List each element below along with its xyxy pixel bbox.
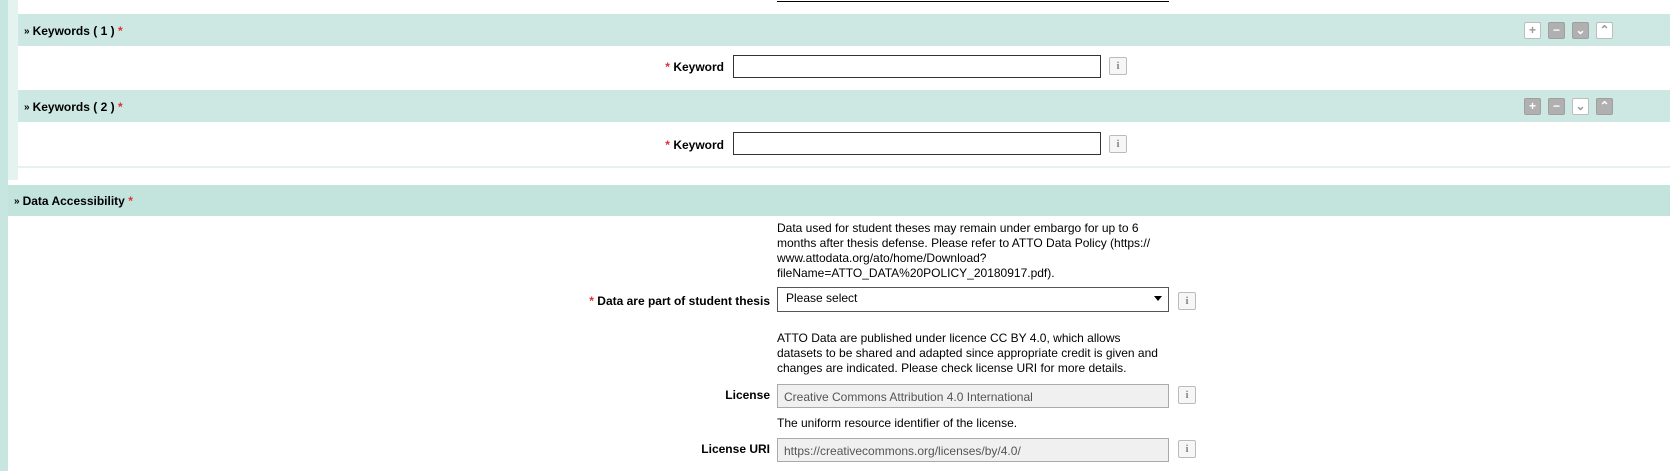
license-label: License	[725, 388, 770, 402]
keywords-2-header[interactable]: » Keywords ( 2 ) * + − ⌄ ⌃	[18, 90, 1670, 122]
add-keyword-button[interactable]: +	[1524, 22, 1541, 39]
keyword-1-info-icon[interactable]: i	[1109, 57, 1127, 75]
keywords-2-title[interactable]: » Keywords ( 2 ) *	[24, 100, 123, 114]
license-uri-label: License URI	[701, 442, 770, 456]
move-up-button[interactable]: ⌃	[1596, 22, 1613, 39]
collapse-chevron-icon: »	[24, 102, 30, 113]
license-help-text: ATTO Data are published under licence CC…	[777, 331, 1158, 375]
license-uri-info-icon[interactable]: i	[1178, 440, 1196, 458]
student-thesis-select[interactable]: Please select	[777, 287, 1169, 312]
dropdown-arrow-icon	[1154, 296, 1162, 301]
collapse-chevron-icon: »	[24, 26, 30, 37]
keyword-2-info-icon[interactable]: i	[1109, 135, 1127, 153]
keyword-1-label: * Keyword	[665, 60, 724, 74]
add-keyword-button[interactable]: +	[1524, 98, 1541, 115]
required-mark: *	[589, 294, 594, 308]
license-info-icon[interactable]: i	[1178, 386, 1196, 404]
keywords-1-header[interactable]: » Keywords ( 1 ) * + − ⌄ ⌃	[18, 14, 1670, 46]
required-mark: *	[128, 194, 133, 208]
move-down-button[interactable]: ⌄	[1572, 98, 1589, 115]
keyword-2-label: * Keyword	[665, 138, 724, 152]
keywords-2-header-buttons: + − ⌄ ⌃	[1524, 98, 1613, 115]
data-accessibility-header[interactable]: » Data Accessibility *	[8, 185, 1670, 216]
section-separator	[18, 166, 1670, 168]
data-accessibility-title[interactable]: » Data Accessibility *	[14, 194, 133, 208]
required-mark: *	[665, 138, 670, 152]
left-rail	[0, 0, 8, 471]
move-up-button[interactable]: ⌃	[1596, 98, 1613, 115]
student-thesis-label: * Data are part of student thesis	[589, 294, 770, 308]
student-thesis-help-text: Data used for student theses may remain …	[777, 221, 1151, 280]
keyword-1-input[interactable]	[733, 55, 1101, 78]
previous-field-remnant	[777, 0, 1169, 2]
required-mark: *	[117, 100, 123, 114]
keyword-2-input[interactable]	[733, 132, 1101, 155]
remove-keyword-button[interactable]: −	[1548, 98, 1565, 115]
license-field[interactable]: Creative Commons Attribution 4.0 Interna…	[777, 384, 1169, 408]
required-mark: *	[117, 24, 123, 38]
collapse-chevron-icon: »	[14, 196, 20, 207]
keywords-1-title[interactable]: » Keywords ( 1 ) *	[24, 24, 123, 38]
required-mark: *	[665, 60, 670, 74]
move-down-button[interactable]: ⌄	[1572, 22, 1589, 39]
inner-rail	[8, 0, 18, 180]
keywords-1-header-buttons: + − ⌄ ⌃	[1524, 22, 1613, 39]
remove-keyword-button[interactable]: −	[1548, 22, 1565, 39]
student-thesis-info-icon[interactable]: i	[1178, 292, 1196, 310]
license-uri-help-text: The uniform resource identifier of the l…	[777, 416, 1018, 430]
license-uri-field[interactable]: https://creativecommons.org/licenses/by/…	[777, 438, 1169, 462]
